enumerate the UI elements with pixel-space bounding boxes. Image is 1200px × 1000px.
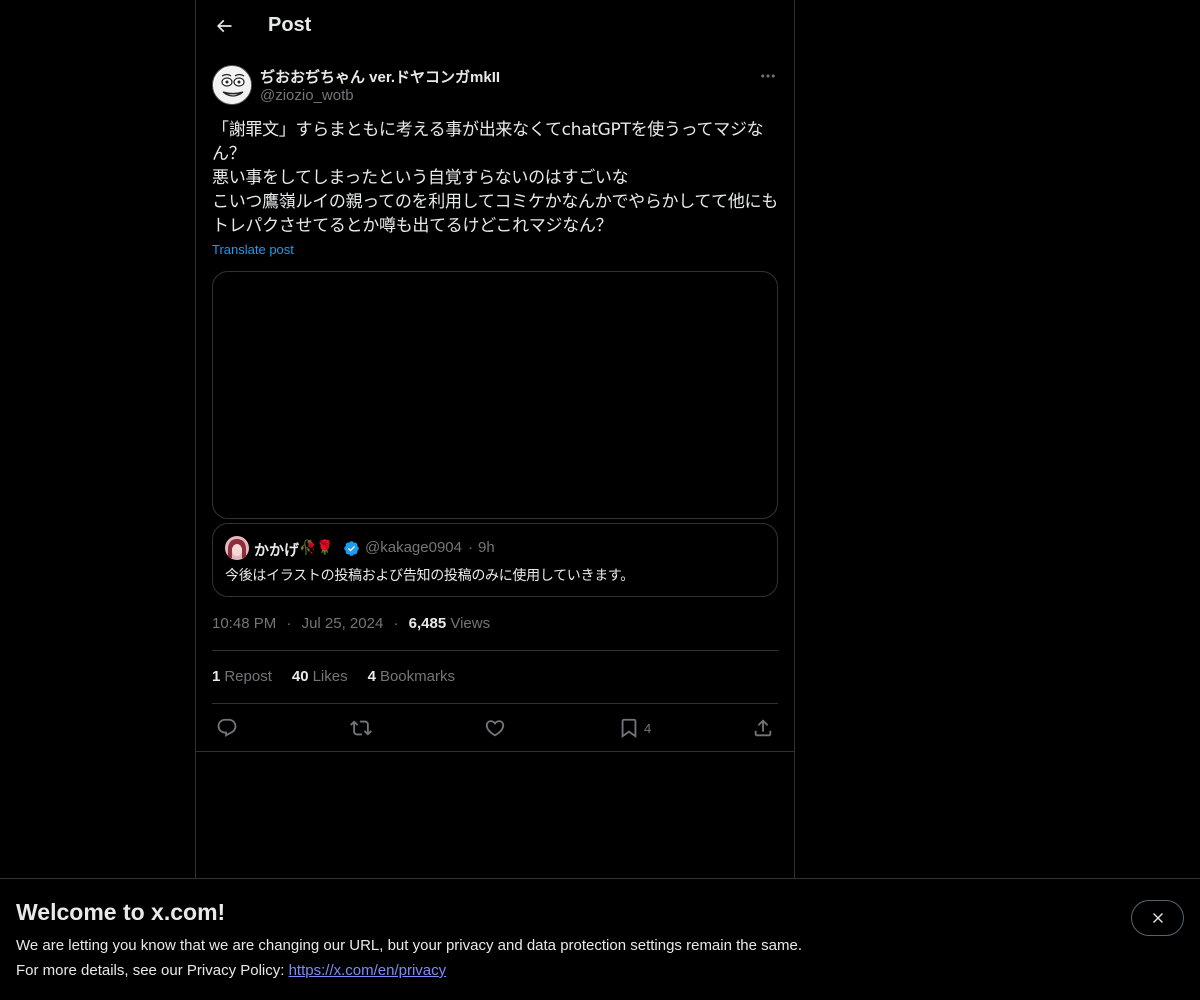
- translate-post-link[interactable]: Translate post: [212, 242, 294, 257]
- quote-author-name: かかげ: [254, 542, 300, 559]
- header: Post: [196, 0, 794, 53]
- page-title: Post: [268, 14, 312, 36]
- bookmark-icon: [621, 718, 637, 739]
- bookmarks-stat[interactable]: 4 Bookmarks: [368, 668, 455, 685]
- divider: [196, 751, 794, 752]
- like-button[interactable]: [484, 714, 506, 742]
- verified-badge-icon: [344, 541, 359, 556]
- quote-separator: ·: [468, 539, 473, 556]
- back-arrow-icon: [216, 19, 232, 33]
- action-bar: 4: [212, 714, 778, 742]
- bookmark-button[interactable]: 4: [618, 714, 651, 742]
- more-icon: [761, 74, 775, 78]
- banner-title: Welcome to x.com!: [16, 899, 226, 925]
- post-meta: 10:48 PM · Jul 25, 2024 · 6,485 Views: [212, 615, 490, 632]
- quote-text: 今後はイラストの投稿および告知の投稿のみに使用していきます。: [225, 568, 634, 584]
- meta-separator: ·: [286, 615, 292, 632]
- close-icon: [1152, 913, 1163, 923]
- welcome-banner: Welcome to x.com! We are letting you kno…: [0, 878, 1200, 1000]
- author-name[interactable]: ぢおおぢちゃん ver.ドヤコンガmkII: [260, 66, 500, 87]
- author-handle[interactable]: @ziozio_wotb: [260, 87, 354, 104]
- close-banner-button[interactable]: [1131, 900, 1184, 936]
- share-button[interactable]: [752, 714, 774, 742]
- reply-icon: [217, 718, 237, 737]
- quote-author-handle: @kakage0904: [365, 539, 462, 556]
- meta-separator: ·: [393, 615, 399, 632]
- likes-stat[interactable]: 40 Likes: [292, 668, 348, 685]
- reply-button[interactable]: [216, 714, 238, 742]
- media-container[interactable]: [212, 271, 778, 519]
- repost-icon: [350, 720, 372, 736]
- reposts-stat[interactable]: 1 Repost: [212, 668, 272, 685]
- post-stats: 1 Repost 40 Likes 4 Bookmarks: [212, 668, 455, 685]
- banner-message: We are letting you know that we are chan…: [16, 937, 802, 954]
- more-button[interactable]: [752, 64, 784, 88]
- quote-avatar: [225, 536, 249, 560]
- back-button[interactable]: [210, 12, 238, 40]
- banner-privacy-line: For more details, see our Privacy Policy…: [16, 962, 446, 979]
- divider: [212, 703, 778, 704]
- quoted-post[interactable]: かかげ 🥀🌹 @kakage0904 · 9h 今後はイラストの投稿および告知の…: [212, 523, 778, 597]
- privacy-policy-link[interactable]: https://x.com/en/privacy: [289, 962, 447, 979]
- post-text: 「謝罪文」すらまともに考える事が出来なくてchatGPTを使うってマジなん？ 悪…: [212, 120, 778, 236]
- like-icon: [485, 720, 505, 737]
- banner-privacy-prefix: For more details, see our Privacy Policy…: [16, 962, 289, 979]
- share-icon: [754, 719, 772, 737]
- post-column: Post ぢおおぢちゃん ver.ドヤコンガmkII @ziozio_wotb: [195, 0, 795, 879]
- repost-button[interactable]: [350, 714, 372, 742]
- divider: [212, 650, 778, 651]
- avatar[interactable]: [212, 65, 252, 105]
- views-count: 6,485: [408, 615, 447, 632]
- post-author: ぢおおぢちゃん ver.ドヤコンガmkII @ziozio_wotb: [212, 64, 778, 108]
- bookmark-count: 4: [644, 720, 652, 736]
- quote-author-emoji: 🥀🌹: [299, 539, 334, 555]
- post-date[interactable]: Jul 25, 2024: [302, 615, 384, 632]
- views-label: Views: [450, 615, 491, 632]
- quote-time: 9h: [478, 539, 495, 556]
- post-time[interactable]: 10:48 PM: [212, 615, 276, 632]
